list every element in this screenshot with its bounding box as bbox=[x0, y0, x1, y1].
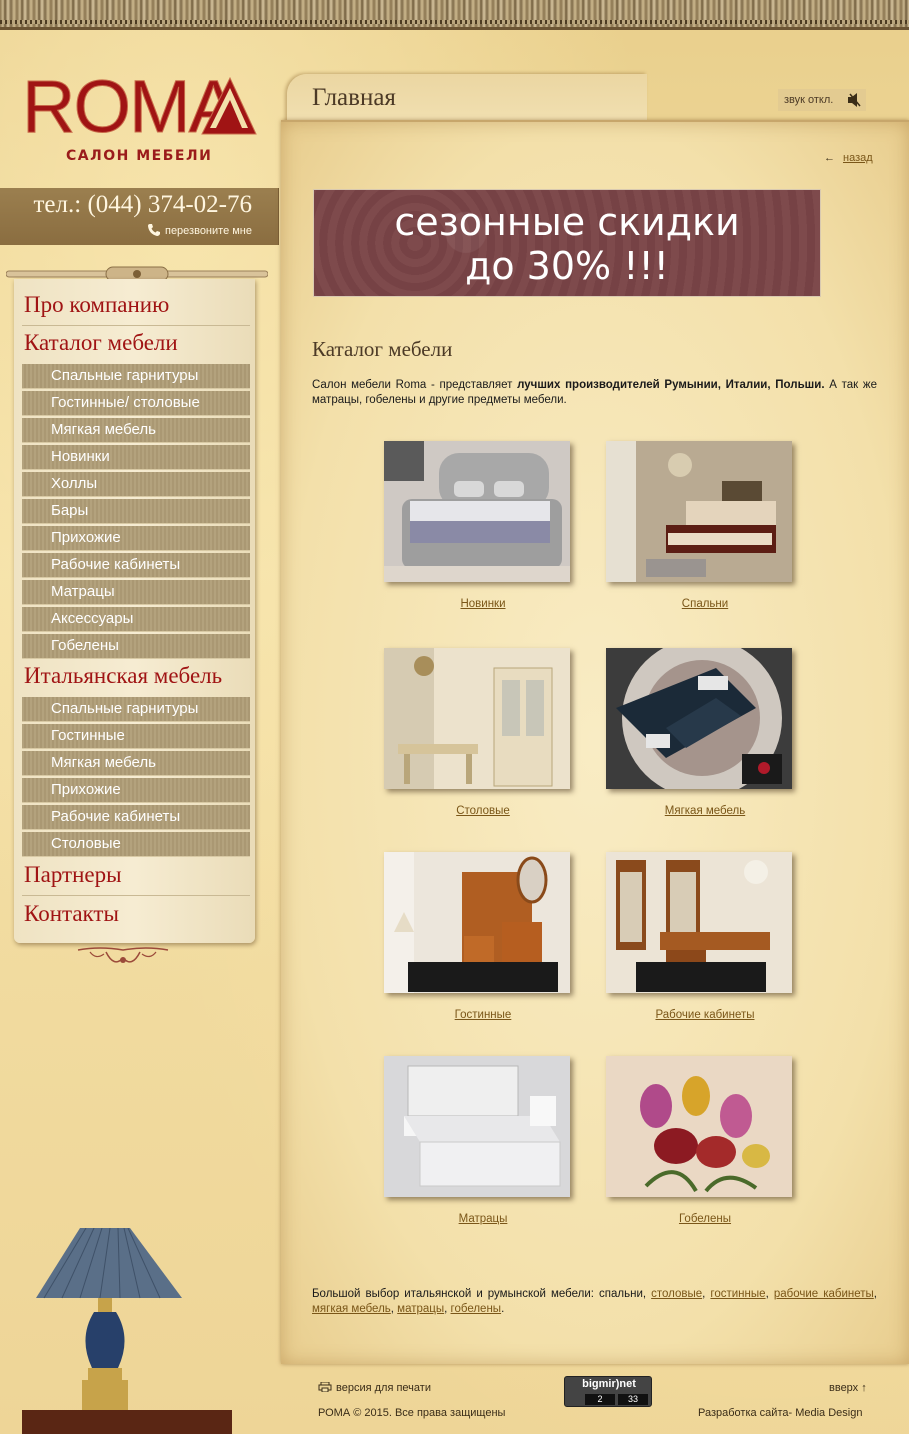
logo-subtitle: САЛОН МЕБЕЛИ bbox=[66, 148, 213, 164]
table-lamp-image bbox=[22, 1228, 232, 1434]
menu-item-about[interactable]: Про компанию bbox=[24, 286, 169, 326]
submenu-item[interactable]: Столовые bbox=[22, 832, 250, 857]
tile-label[interactable]: Новинки bbox=[390, 598, 576, 610]
scroll-top-label: вверх bbox=[829, 1382, 859, 1394]
back-link[interactable]: назад bbox=[843, 152, 873, 164]
copyright: РОМА © 2015. Все права защищены bbox=[318, 1407, 506, 1419]
sound-toggle[interactable]: звук откл. bbox=[778, 89, 866, 111]
menu-item-partners[interactable]: Партнеры bbox=[24, 856, 122, 896]
tile-image-tapestry[interactable] bbox=[606, 1056, 792, 1197]
tile-image-study[interactable] bbox=[606, 852, 792, 993]
menu-item-catalog[interactable]: Каталог мебели bbox=[24, 324, 178, 364]
section-title: Каталог мебели bbox=[312, 337, 453, 361]
bottom-link-tapestry[interactable]: гобелены bbox=[451, 1303, 502, 1315]
bottom-text: Большой выбор итальянской и румынской ме… bbox=[312, 1288, 877, 1315]
tile-label[interactable]: Столовые bbox=[390, 805, 576, 817]
speaker-mute-icon bbox=[848, 93, 861, 107]
submenu-item[interactable]: Гостинные bbox=[22, 724, 250, 749]
bottom-lead: Большой выбор итальянской и румынской ме… bbox=[312, 1288, 652, 1300]
bottom-link-mattresses[interactable]: матрацы bbox=[397, 1303, 444, 1315]
submenu-item[interactable]: Спальные гарнитуры bbox=[22, 364, 250, 389]
banner-line-2: до 30% !!! bbox=[465, 244, 669, 288]
tile-image-new[interactable] bbox=[384, 441, 570, 582]
bottom-link-study[interactable]: рабочие кабинеты bbox=[774, 1288, 874, 1300]
menu-item-italian[interactable]: Итальянская мебель bbox=[24, 657, 222, 697]
phone-strip: тел.: (044) 374-02-76 перезвоните мне bbox=[0, 188, 279, 245]
developer-credit[interactable]: Разработка сайта- Media Design bbox=[698, 1407, 862, 1419]
bottom-link-upholstered[interactable]: мягкая мебель bbox=[312, 1303, 391, 1315]
submenu-item[interactable]: Гобелены bbox=[22, 634, 250, 659]
top-ornament-border bbox=[0, 0, 909, 30]
tile-label[interactable]: Гобелены bbox=[612, 1213, 798, 1225]
logo[interactable]: ROMA САЛОН МЕБЕЛИ bbox=[22, 70, 257, 170]
printer-icon bbox=[318, 1381, 332, 1393]
tile-label[interactable]: Матрацы bbox=[390, 1213, 576, 1225]
intro-bold: лучших производителей Румынии, Италии, П… bbox=[517, 379, 825, 391]
submenu-item[interactable]: Прихожие bbox=[22, 778, 250, 803]
tile-label[interactable]: Гостинные bbox=[390, 1009, 576, 1021]
submenu-item[interactable]: Мягкая мебель bbox=[22, 418, 250, 443]
bottom-link-living[interactable]: гостинные bbox=[710, 1288, 765, 1300]
menu-bottom-ornament bbox=[77, 947, 169, 963]
submenu-item[interactable]: Холлы bbox=[22, 472, 250, 497]
bottom-link-dining[interactable]: столовые bbox=[651, 1288, 702, 1300]
counter-value: 2 bbox=[585, 1394, 615, 1405]
tile-image-dining[interactable] bbox=[384, 648, 570, 789]
tile-image-mattresses[interactable] bbox=[384, 1056, 570, 1197]
submenu-item[interactable]: Рабочие кабинеты bbox=[22, 805, 250, 830]
sound-label: звук откл. bbox=[784, 94, 834, 106]
back-nav[interactable]: ← назад bbox=[824, 152, 873, 164]
submenu-item[interactable]: Новинки bbox=[22, 445, 250, 470]
print-version-label: версия для печати bbox=[336, 1382, 431, 1394]
arrow-left-icon: ← bbox=[824, 152, 835, 164]
submenu-item[interactable]: Прихожие bbox=[22, 526, 250, 551]
bigmir-counter[interactable]: bigmir)net 2 33 bbox=[564, 1376, 652, 1407]
submenu-item[interactable]: Мягкая мебель bbox=[22, 751, 250, 776]
submenu-item[interactable]: Гостинные/ столовые bbox=[22, 391, 250, 416]
phone-icon bbox=[147, 224, 160, 236]
submenu-item[interactable]: Спальные гарнитуры bbox=[22, 697, 250, 722]
submenu-item[interactable]: Аксессуары bbox=[22, 607, 250, 632]
menu-item-contacts[interactable]: Контакты bbox=[24, 895, 119, 935]
counter-value: 33 bbox=[618, 1394, 648, 1405]
logo-mark: ROMA bbox=[22, 70, 257, 140]
counter-brand: bigmir)net bbox=[582, 1378, 636, 1390]
tile-image-upholstered[interactable] bbox=[606, 648, 792, 789]
promo-banner[interactable]: сезонные скидки до 30% !!! bbox=[313, 189, 821, 297]
page-title: Главная bbox=[312, 84, 396, 111]
tile-image-living[interactable] bbox=[384, 852, 570, 993]
banner-line-1: сезонные скидки bbox=[394, 200, 740, 244]
callback-link[interactable]: перезвоните мне bbox=[147, 223, 252, 237]
phone-number: тел.: (044) 374-02-76 bbox=[33, 191, 253, 218]
submenu-item[interactable]: Матрацы bbox=[22, 580, 250, 605]
arrow-up-icon: ↑ bbox=[861, 1382, 867, 1394]
content-panel bbox=[281, 120, 909, 1364]
submenu-item[interactable]: Рабочие кабинеты bbox=[22, 553, 250, 578]
tile-label[interactable]: Спальни bbox=[612, 598, 798, 610]
tile-label[interactable]: Рабочие кабинеты bbox=[612, 1009, 798, 1021]
submenu-item[interactable]: Бары bbox=[22, 499, 250, 524]
tile-label[interactable]: Мягкая мебель bbox=[612, 805, 798, 817]
tile-image-bedrooms[interactable] bbox=[606, 441, 792, 582]
callback-label: перезвоните мне bbox=[164, 225, 252, 237]
intro-text: Салон мебели Roma - представляет лучших … bbox=[312, 378, 877, 408]
intro-plain: Салон мебели Roma - представляет bbox=[312, 379, 518, 391]
scroll-top-link[interactable]: вверх ↑ bbox=[829, 1382, 867, 1394]
print-version-link[interactable]: версия для печати bbox=[318, 1381, 431, 1394]
